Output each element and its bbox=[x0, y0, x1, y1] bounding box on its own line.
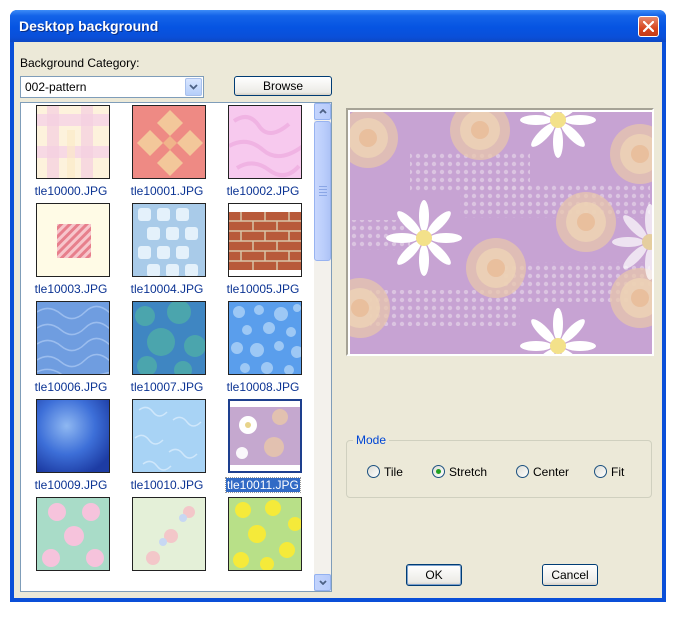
title-bar[interactable]: Desktop background bbox=[10, 10, 666, 42]
scroll-thumb[interactable] bbox=[314, 121, 331, 261]
thumbnail-image bbox=[36, 203, 110, 277]
thumbnail-item-selected[interactable]: tle10011.JPG bbox=[213, 397, 309, 495]
thumbnail-label: tle10008.JPG bbox=[226, 380, 300, 394]
thumbnail-label: tle10010.JPG bbox=[130, 478, 204, 492]
mode-radio-label: Stretch bbox=[449, 465, 488, 479]
thumbnail-item[interactable] bbox=[213, 495, 309, 591]
preview-image bbox=[350, 112, 652, 354]
thumbnail-item[interactable] bbox=[21, 495, 117, 591]
thumbnail-image bbox=[228, 301, 302, 375]
scroll-down-button[interactable] bbox=[314, 574, 331, 591]
thumbnail-image bbox=[228, 497, 302, 571]
category-dropdown-button[interactable] bbox=[185, 78, 202, 96]
radio-button[interactable] bbox=[367, 465, 380, 478]
thumbnail-label: tle10006.JPG bbox=[34, 380, 108, 394]
thumbnail-image bbox=[132, 105, 206, 179]
chevron-down-icon bbox=[189, 84, 198, 90]
thumbnail-image bbox=[132, 399, 206, 473]
thumbnail-label: tle10001.JPG bbox=[130, 184, 204, 198]
ok-button[interactable]: OK bbox=[406, 564, 462, 586]
mode-radio-label: Fit bbox=[611, 465, 625, 479]
vertical-scrollbar[interactable] bbox=[314, 103, 331, 591]
background-category-select[interactable]: 002-pattern bbox=[20, 76, 204, 98]
thumbnail-image bbox=[132, 497, 206, 571]
thumbnail-image bbox=[36, 105, 110, 179]
thumbnail-item[interactable]: tle10009.JPG bbox=[21, 397, 117, 495]
thumbnail-image bbox=[228, 203, 302, 277]
scroll-up-button[interactable] bbox=[314, 103, 331, 120]
thumbnail-list[interactable]: tle10000.JPG tle10001.JPG tle10002.JPG t… bbox=[20, 102, 332, 592]
thumbnail-label: tle10005.JPG bbox=[226, 282, 300, 296]
thumbnail-label-selected: tle10011.JPG bbox=[225, 477, 301, 493]
background-category-label: Background Category: bbox=[20, 56, 140, 70]
mode-radio-label: Center bbox=[533, 465, 570, 479]
thumbnail-image bbox=[228, 399, 302, 473]
cancel-button[interactable]: Cancel bbox=[542, 564, 598, 586]
close-button[interactable] bbox=[638, 16, 659, 37]
thumbnail-image bbox=[36, 301, 110, 375]
thumbnail-label: tle10009.JPG bbox=[34, 478, 108, 492]
radio-button-checked[interactable] bbox=[432, 465, 445, 478]
thumbnail-image bbox=[36, 399, 110, 473]
arrow-up-icon bbox=[319, 109, 327, 114]
thumbnail-item[interactable]: tle10000.JPG bbox=[21, 103, 117, 201]
mode-radio-label: Tile bbox=[384, 465, 403, 479]
radio-dot-icon bbox=[436, 469, 441, 474]
thumbnail-item[interactable]: tle10007.JPG bbox=[117, 299, 213, 397]
thumbnail-item[interactable]: tle10004.JPG bbox=[117, 201, 213, 299]
wallpaper-preview bbox=[346, 108, 654, 356]
thumbnail-label: tle10004.JPG bbox=[130, 282, 204, 296]
thumbnail-image bbox=[36, 497, 110, 571]
thumbnail-item[interactable]: tle10003.JPG bbox=[21, 201, 117, 299]
thumbnail-item[interactable] bbox=[117, 495, 213, 591]
radio-button[interactable] bbox=[516, 465, 529, 478]
thumbnail-item[interactable]: tle10010.JPG bbox=[117, 397, 213, 495]
thumbnail-image bbox=[228, 105, 302, 179]
close-icon bbox=[643, 21, 654, 32]
thumbnail-item[interactable]: tle10002.JPG bbox=[213, 103, 309, 201]
mode-group: Mode Tile Stretch Center Fit bbox=[346, 433, 652, 498]
browse-button[interactable]: Browse bbox=[234, 76, 332, 96]
thumbnail-label: tle10000.JPG bbox=[34, 184, 108, 198]
window-title: Desktop background bbox=[19, 18, 159, 34]
thumbnail-label: tle10007.JPG bbox=[130, 380, 204, 394]
thumbnail-image bbox=[132, 301, 206, 375]
dialog-window: Desktop background Background Category: … bbox=[10, 10, 666, 602]
thumbnail-label: tle10002.JPG bbox=[226, 184, 300, 198]
mode-legend: Mode bbox=[353, 433, 390, 447]
arrow-down-icon bbox=[319, 580, 327, 585]
thumbnail-item[interactable]: tle10008.JPG bbox=[213, 299, 309, 397]
thumbnail-label: tle10003.JPG bbox=[34, 282, 108, 296]
background-category-value: 002-pattern bbox=[25, 80, 87, 94]
thumbnail-item[interactable]: tle10001.JPG bbox=[117, 103, 213, 201]
thumbnail-image bbox=[132, 203, 206, 277]
thumbnail-item[interactable]: tle10006.JPG bbox=[21, 299, 117, 397]
dialog-client-area: Background Category: 002-pattern Browse bbox=[14, 42, 662, 598]
thumbnail-item[interactable]: tle10005.JPG bbox=[213, 201, 309, 299]
radio-button[interactable] bbox=[594, 465, 607, 478]
